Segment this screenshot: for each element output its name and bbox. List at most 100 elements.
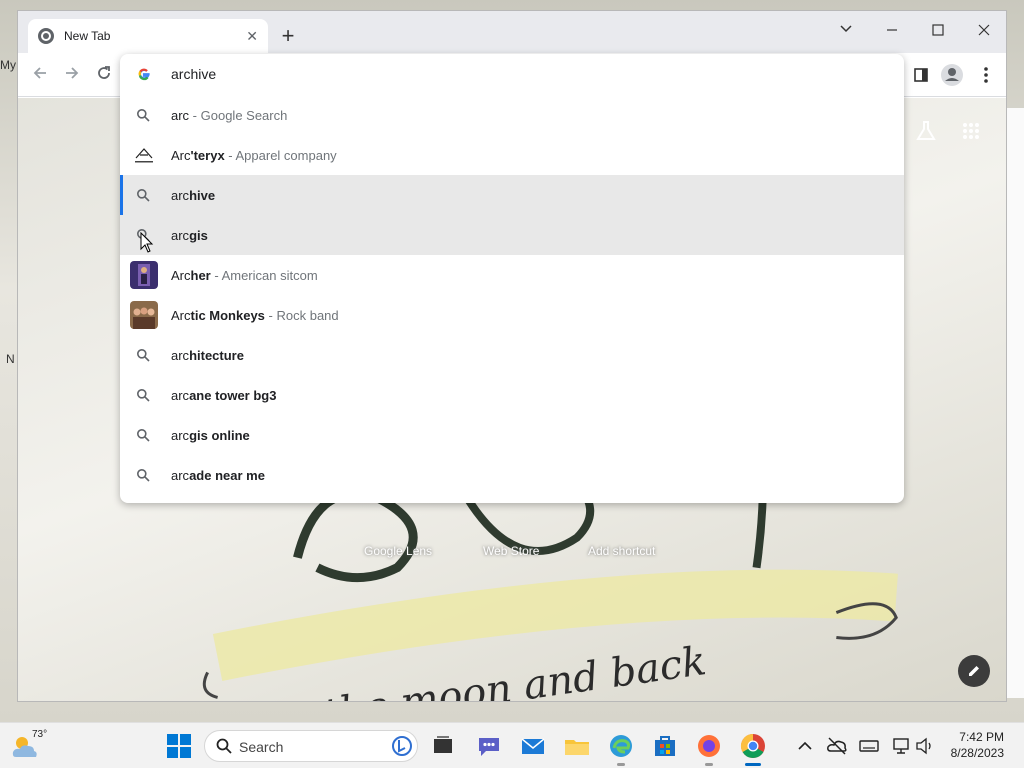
edge-button[interactable] — [606, 731, 636, 761]
search-icon — [137, 189, 150, 202]
suggestion-row[interactable]: arcgis online — [120, 415, 904, 455]
suggestion-completion: hitecture — [189, 348, 244, 363]
shortcut-google-lens[interactable]: Google Lens — [364, 544, 432, 558]
minimize-button[interactable] — [869, 17, 915, 47]
bing-icon — [392, 736, 412, 756]
weather-temperature: 73° — [32, 729, 48, 740]
task-view-button[interactable] — [428, 731, 458, 761]
address-bar[interactable]: archive — [120, 54, 904, 94]
start-button[interactable] — [164, 731, 194, 761]
suggestion-description: Apparel company — [235, 148, 337, 163]
kebab-menu-icon — [984, 67, 988, 83]
desktop-icon-label[interactable]: N — [6, 352, 15, 366]
suggestion-text: Arc'teryx - Apparel company — [171, 148, 337, 163]
suggestion-row[interactable]: archive — [120, 175, 904, 215]
show-hidden-icons-button[interactable] — [794, 735, 816, 757]
customize-button[interactable] — [958, 655, 990, 687]
close-button[interactable] — [961, 17, 1006, 47]
tab-new-tab[interactable]: New Tab ✕ — [28, 19, 268, 53]
suggestion-separator: - — [264, 308, 277, 323]
suggestion-text: Archer - American sitcom — [171, 268, 318, 283]
task-view-icon — [434, 736, 452, 753]
file-explorer-button[interactable] — [562, 731, 592, 761]
apps-grid-icon — [963, 123, 979, 139]
search-icon — [137, 429, 150, 442]
network-button[interactable] — [890, 735, 912, 757]
suggestion-row[interactable]: Archer - American sitcom — [120, 255, 904, 295]
taskbar-search-box[interactable]: Search — [204, 730, 418, 762]
tab-search-button[interactable] — [823, 17, 869, 47]
tab-title: New Tab — [64, 29, 111, 43]
profile-button[interactable] — [938, 61, 966, 89]
suggestion-description: American sitcom — [221, 268, 318, 283]
suggestion-row[interactable]: arc - Google Search — [120, 95, 904, 135]
tab-close-icon[interactable]: ✕ — [246, 28, 258, 45]
shortcut-add[interactable]: Add shortcut — [588, 544, 655, 558]
edge-icon — [610, 735, 632, 757]
suggestion-text: architecture — [171, 348, 244, 363]
keyboard-button[interactable] — [858, 735, 880, 757]
suggestion-row[interactable]: Arctic Monkeys - Rock band — [120, 295, 904, 335]
suggestion-row[interactable]: architecture — [120, 335, 904, 375]
suggestion-text: arcade near me — [171, 468, 265, 483]
reload-button[interactable] — [90, 61, 118, 89]
chrome-button[interactable] — [738, 731, 768, 761]
selection-indicator — [120, 175, 123, 215]
search-icon — [216, 738, 232, 754]
mouse-cursor-icon — [140, 232, 154, 253]
weather-widget[interactable]: 73° — [10, 729, 50, 763]
keyboard-icon — [859, 740, 879, 752]
side-panel-icon — [914, 68, 928, 82]
google-apps-button[interactable] — [958, 118, 984, 144]
firefox-icon — [698, 735, 720, 757]
suggestion-row[interactable]: arcgis — [120, 215, 904, 255]
suggestion-description: Google Search — [200, 108, 288, 123]
arctic-monkeys-thumbnail-icon — [130, 301, 158, 329]
chrome-menu-button[interactable] — [972, 61, 1000, 89]
firefox-button[interactable] — [694, 731, 724, 761]
archer-thumbnail-icon — [130, 261, 158, 289]
store-icon — [655, 736, 675, 756]
cloud-offline-icon — [827, 737, 847, 755]
suggestion-row[interactable]: arcane tower bg3 — [120, 375, 904, 415]
store-button[interactable] — [650, 731, 680, 761]
shortcut-web-store[interactable]: Web Store — [483, 544, 539, 558]
side-panel-button[interactable] — [907, 61, 935, 89]
taskbar-clock[interactable]: 7:42 PM 8/28/2023 — [951, 729, 1004, 761]
suggestion-completion: gis — [189, 228, 208, 243]
volume-button[interactable] — [914, 735, 936, 757]
teams-chat-button[interactable] — [474, 731, 504, 761]
maximize-button[interactable] — [915, 17, 961, 47]
forward-button[interactable] — [58, 61, 86, 89]
labs-button[interactable] — [913, 118, 939, 144]
suggestion-completion: 'teryx — [190, 148, 225, 163]
speaker-icon — [916, 737, 931, 755]
search-icon — [137, 389, 150, 402]
new-tab-button[interactable]: + — [276, 25, 300, 49]
suggestion-text: arcgis online — [171, 428, 250, 443]
suggestion-list: arc - Google Search Arc'teryx - Apparel c… — [120, 95, 904, 495]
desktop-icon-label[interactable]: My — [0, 58, 16, 72]
search-icon — [137, 109, 150, 122]
suggestion-prefix: arc — [171, 108, 190, 123]
suggestion-description: Rock band — [276, 308, 339, 323]
chrome-favicon-icon — [38, 28, 54, 44]
suggestion-prefix: arc — [171, 428, 190, 443]
back-button[interactable] — [26, 61, 54, 89]
suggestion-completion: ane tower bg3 — [189, 388, 277, 403]
suggestion-text: arcgis — [171, 228, 208, 243]
suggestion-separator: - — [224, 148, 236, 163]
onedrive-button[interactable] — [826, 735, 848, 757]
suggestion-prefix: Arc — [171, 148, 191, 163]
running-indicator — [617, 763, 625, 766]
omnibox-dropdown: archive arc - Google Search Arc'teryx - A… — [120, 54, 904, 503]
suggestion-prefix: arc — [171, 388, 190, 403]
suggestion-row[interactable]: arcade near me — [120, 455, 904, 495]
running-indicator — [705, 763, 713, 766]
flask-icon — [916, 121, 936, 140]
back-arrow-icon — [33, 67, 46, 79]
mail-button[interactable] — [518, 731, 548, 761]
profile-avatar-icon — [941, 64, 963, 86]
address-bar-input[interactable]: archive — [171, 66, 216, 82]
suggestion-row[interactable]: Arc'teryx - Apparel company — [120, 135, 904, 175]
